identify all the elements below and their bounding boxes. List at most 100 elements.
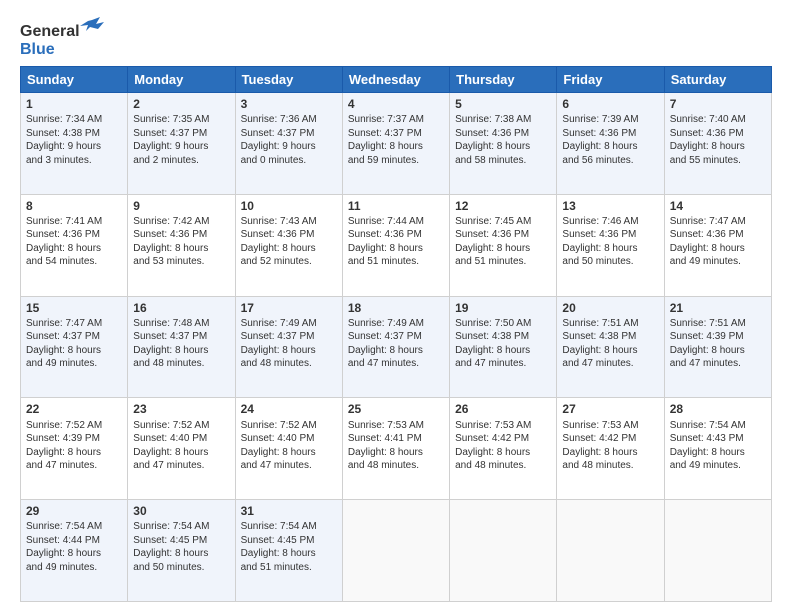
day-cell-3: 3Sunrise: 7:36 AMSunset: 4:37 PMDaylight… bbox=[235, 93, 342, 195]
day-cell-6: 6Sunrise: 7:39 AMSunset: 4:36 PMDaylight… bbox=[557, 93, 664, 195]
week-row-2: 8Sunrise: 7:41 AMSunset: 4:36 PMDaylight… bbox=[21, 194, 772, 296]
day-number: 16 bbox=[133, 300, 229, 316]
day-info: Sunrise: 7:52 AMSunset: 4:40 PMDaylight:… bbox=[133, 419, 229, 473]
day-cell-11: 11Sunrise: 7:44 AMSunset: 4:36 PMDayligh… bbox=[342, 194, 449, 296]
day-number: 20 bbox=[562, 300, 658, 316]
empty-cell bbox=[342, 500, 449, 602]
day-info: Sunrise: 7:37 AMSunset: 4:37 PMDaylight:… bbox=[348, 113, 444, 167]
day-cell-24: 24Sunrise: 7:52 AMSunset: 4:40 PMDayligh… bbox=[235, 398, 342, 500]
header: General Blue bbox=[20, 16, 772, 58]
day-number: 17 bbox=[241, 300, 337, 316]
day-number: 27 bbox=[562, 401, 658, 417]
weekday-header-row: SundayMondayTuesdayWednesdayThursdayFrid… bbox=[21, 67, 772, 93]
day-cell-4: 4Sunrise: 7:37 AMSunset: 4:37 PMDaylight… bbox=[342, 93, 449, 195]
day-number: 28 bbox=[670, 401, 766, 417]
day-info: Sunrise: 7:54 AMSunset: 4:45 PMDaylight:… bbox=[241, 520, 337, 574]
day-cell-16: 16Sunrise: 7:48 AMSunset: 4:37 PMDayligh… bbox=[128, 296, 235, 398]
day-info: Sunrise: 7:36 AMSunset: 4:37 PMDaylight:… bbox=[241, 113, 337, 167]
day-number: 14 bbox=[670, 198, 766, 214]
day-cell-26: 26 Sunrise: 7:53 AMSunset: 4:42 PMDayligh… bbox=[450, 398, 557, 500]
day-number: 12 bbox=[455, 198, 551, 214]
day-info: Sunrise: 7:44 AMSunset: 4:36 PMDaylight:… bbox=[348, 215, 444, 269]
day-info: Sunrise: 7:43 AMSunset: 4:36 PMDaylight:… bbox=[241, 215, 337, 269]
day-info: Sunrise: 7:48 AMSunset: 4:37 PMDaylight:… bbox=[133, 317, 229, 371]
empty-cell bbox=[557, 500, 664, 602]
day-number: 31 bbox=[241, 503, 337, 519]
day-number: 3 bbox=[241, 96, 337, 112]
day-number: 22 bbox=[26, 401, 122, 417]
day-number: 2 bbox=[133, 96, 229, 112]
day-number: 30 bbox=[133, 503, 229, 519]
day-info: Sunrise: 7:51 AMSunset: 4:38 PMDaylight:… bbox=[562, 317, 658, 371]
day-info: Sunrise: 7:49 AMSunset: 4:37 PMDaylight:… bbox=[241, 317, 337, 371]
day-info: Sunrise: 7:35 AMSunset: 4:37 PMDaylight:… bbox=[133, 113, 229, 167]
week-row-3: 15Sunrise: 7:47 AMSunset: 4:37 PMDayligh… bbox=[21, 296, 772, 398]
day-info: Sunrise: 7:49 AMSunset: 4:37 PMDaylight:… bbox=[348, 317, 444, 371]
weekday-saturday: Saturday bbox=[664, 67, 771, 93]
day-cell-18: 18Sunrise: 7:49 AMSunset: 4:37 PMDayligh… bbox=[342, 296, 449, 398]
day-cell-23: 23 Sunrise: 7:52 AMSunset: 4:40 PMDayligh… bbox=[128, 398, 235, 500]
svg-text:Blue: Blue bbox=[20, 41, 55, 58]
day-info: Sunrise: 7:53 AMSunset: 4:42 PMDaylight:… bbox=[455, 419, 551, 473]
day-number: 6 bbox=[562, 96, 658, 112]
day-number: 10 bbox=[241, 198, 337, 214]
day-number: 25 bbox=[348, 401, 444, 417]
empty-cell bbox=[664, 500, 771, 602]
day-number: 18 bbox=[348, 300, 444, 316]
week-row-4: 22 Sunrise: 7:52 AMSunset: 4:39 PMDayligh… bbox=[21, 398, 772, 500]
day-cell-31: 31Sunrise: 7:54 AMSunset: 4:45 PMDayligh… bbox=[235, 500, 342, 602]
page: General Blue SundayMondayTuesdayWednesda… bbox=[0, 0, 792, 612]
day-cell-7: 7Sunrise: 7:40 AMSunset: 4:36 PMDaylight… bbox=[664, 93, 771, 195]
day-number: 26 bbox=[455, 401, 551, 417]
day-cell-29: 29Sunrise: 7:54 AMSunset: 4:44 PMDayligh… bbox=[21, 500, 128, 602]
day-cell-10: 10Sunrise: 7:43 AMSunset: 4:36 PMDayligh… bbox=[235, 194, 342, 296]
day-number: 8 bbox=[26, 198, 122, 214]
day-cell-19: 19Sunrise: 7:50 AMSunset: 4:38 PMDayligh… bbox=[450, 296, 557, 398]
day-info: Sunrise: 7:53 AMSunset: 4:42 PMDaylight:… bbox=[562, 419, 658, 473]
weekday-tuesday: Tuesday bbox=[235, 67, 342, 93]
day-info: Sunrise: 7:50 AMSunset: 4:38 PMDaylight:… bbox=[455, 317, 551, 371]
day-info: Sunrise: 7:46 AMSunset: 4:36 PMDaylight:… bbox=[562, 215, 658, 269]
weekday-friday: Friday bbox=[557, 67, 664, 93]
day-cell-21: 21Sunrise: 7:51 AMSunset: 4:39 PMDayligh… bbox=[664, 296, 771, 398]
day-number: 5 bbox=[455, 96, 551, 112]
day-info: Sunrise: 7:40 AMSunset: 4:36 PMDaylight:… bbox=[670, 113, 766, 167]
day-info: Sunrise: 7:41 AMSunset: 4:36 PMDaylight:… bbox=[26, 215, 122, 269]
day-number: 21 bbox=[670, 300, 766, 316]
day-info: Sunrise: 7:52 AMSunset: 4:40 PMDaylight:… bbox=[241, 419, 337, 473]
weekday-thursday: Thursday bbox=[450, 67, 557, 93]
day-number: 1 bbox=[26, 96, 122, 112]
day-info: Sunrise: 7:47 AMSunset: 4:36 PMDaylight:… bbox=[670, 215, 766, 269]
day-cell-12: 12Sunrise: 7:45 AMSunset: 4:36 PMDayligh… bbox=[450, 194, 557, 296]
day-number: 15 bbox=[26, 300, 122, 316]
day-cell-9: 9Sunrise: 7:42 AMSunset: 4:36 PMDaylight… bbox=[128, 194, 235, 296]
day-number: 23 bbox=[133, 401, 229, 417]
day-cell-8: 8Sunrise: 7:41 AMSunset: 4:36 PMDaylight… bbox=[21, 194, 128, 296]
day-number: 13 bbox=[562, 198, 658, 214]
day-info: Sunrise: 7:52 AMSunset: 4:39 PMDaylight:… bbox=[26, 419, 122, 473]
day-info: Sunrise: 7:51 AMSunset: 4:39 PMDaylight:… bbox=[670, 317, 766, 371]
logo: General Blue bbox=[20, 16, 110, 58]
day-number: 11 bbox=[348, 198, 444, 214]
day-info: Sunrise: 7:53 AMSunset: 4:41 PMDaylight:… bbox=[348, 419, 444, 473]
day-cell-17: 17Sunrise: 7:49 AMSunset: 4:37 PMDayligh… bbox=[235, 296, 342, 398]
day-number: 4 bbox=[348, 96, 444, 112]
empty-cell bbox=[450, 500, 557, 602]
day-number: 19 bbox=[455, 300, 551, 316]
day-cell-15: 15Sunrise: 7:47 AMSunset: 4:37 PMDayligh… bbox=[21, 296, 128, 398]
svg-text:General: General bbox=[20, 23, 80, 40]
day-info: Sunrise: 7:54 AMSunset: 4:44 PMDaylight:… bbox=[26, 520, 122, 574]
day-cell-27: 27 Sunrise: 7:53 AMSunset: 4:42 PMDayligh… bbox=[557, 398, 664, 500]
day-cell-13: 13Sunrise: 7:46 AMSunset: 4:36 PMDayligh… bbox=[557, 194, 664, 296]
day-info: Sunrise: 7:47 AMSunset: 4:37 PMDaylight:… bbox=[26, 317, 122, 371]
day-info: Sunrise: 7:39 AMSunset: 4:36 PMDaylight:… bbox=[562, 113, 658, 167]
day-number: 29 bbox=[26, 503, 122, 519]
weekday-wednesday: Wednesday bbox=[342, 67, 449, 93]
day-cell-25: 25 Sunrise: 7:53 AMSunset: 4:41 PMDayligh… bbox=[342, 398, 449, 500]
day-cell-28: 28 Sunrise: 7:54 AMSunset: 4:43 PMDayligh… bbox=[664, 398, 771, 500]
day-info: Sunrise: 7:54 AMSunset: 4:43 PMDaylight:… bbox=[670, 419, 766, 473]
day-info: Sunrise: 7:34 AMSunset: 4:38 PMDaylight:… bbox=[26, 113, 122, 167]
day-cell-5: 5Sunrise: 7:38 AMSunset: 4:36 PMDaylight… bbox=[450, 93, 557, 195]
day-info: Sunrise: 7:45 AMSunset: 4:36 PMDaylight:… bbox=[455, 215, 551, 269]
weekday-sunday: Sunday bbox=[21, 67, 128, 93]
